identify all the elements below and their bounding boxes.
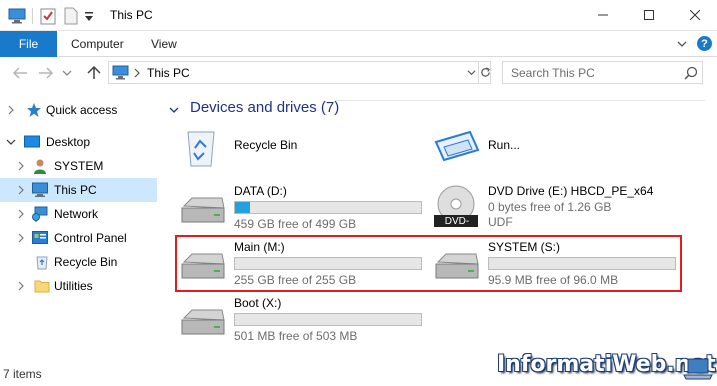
breadcrumb[interactable]: This PC	[147, 66, 190, 80]
drive-filesystem: UDF	[488, 215, 513, 229]
sidebar-item-label: Utilities	[54, 279, 93, 293]
search-icon[interactable]	[684, 66, 698, 80]
sidebar-item-quick-access[interactable]: Quick access	[0, 98, 157, 122]
help-icon[interactable]: ?	[697, 36, 712, 51]
drive-usage-fill	[235, 202, 250, 213]
maximize-icon	[644, 10, 654, 20]
chevron-down-icon	[467, 70, 475, 76]
drive-name: DATA (D:)	[234, 184, 287, 198]
properties-icon[interactable]	[40, 7, 56, 25]
window-title: This PC	[110, 8, 153, 22]
item-name: Recycle Bin	[234, 138, 298, 152]
chevron-right-icon[interactable]	[16, 185, 26, 195]
sidebar-item-label: This PC	[54, 183, 97, 197]
customize-quick-access-icon[interactable]	[84, 7, 94, 25]
sidebar-item-label: Control Panel	[54, 231, 127, 245]
item-count: 7 items	[3, 367, 42, 381]
recycle-bin-item[interactable]: Recycle Bin	[178, 124, 428, 176]
user-icon	[34, 159, 46, 174]
pc-icon	[32, 182, 48, 197]
pc-icon[interactable]	[8, 7, 26, 25]
sidebar-item-system[interactable]: SYSTEM	[0, 154, 157, 178]
drive-free-space: 459 GB free of 499 GB	[234, 217, 357, 231]
drive-name: DVD Drive (E:) HBCD_PE_x64	[488, 184, 654, 198]
recycle-bin-icon	[36, 256, 48, 270]
laptop-logo-icon	[683, 358, 713, 380]
desktop-icon	[24, 135, 40, 148]
hard-drive-icon	[181, 309, 225, 335]
tab-file[interactable]: File	[0, 31, 57, 57]
breadcrumb-chevron-icon[interactable]	[132, 68, 142, 78]
up-arrow-icon[interactable]	[86, 66, 102, 80]
refresh-button[interactable]	[478, 62, 491, 83]
address-bar[interactable]: This PC	[108, 61, 491, 84]
forward-arrow-icon[interactable]	[38, 66, 54, 80]
search-input[interactable]: Search This PC	[502, 61, 703, 84]
section-title: Devices and drives (7)	[190, 99, 340, 116]
close-icon	[690, 10, 700, 20]
back-arrow-icon[interactable]	[12, 66, 28, 80]
hard-drive-icon	[181, 197, 225, 223]
chevron-right-icon[interactable]	[16, 209, 26, 219]
drive-free-space: 0 bytes free of 1.26 GB	[488, 200, 612, 214]
drive-dvd-e[interactable]: DVD-ROM DVD Drive (E:) HBCD_PE_x64 0 byt…	[432, 182, 702, 238]
expand-ribbon-icon[interactable]	[676, 38, 688, 50]
chevron-right-icon[interactable]	[16, 161, 26, 171]
item-name: Run...	[488, 138, 521, 152]
sidebar-item-label: Desktop	[46, 135, 91, 149]
sidebar-item-control-panel[interactable]: Control Panel	[0, 226, 157, 250]
search-placeholder: Search This PC	[511, 66, 595, 80]
address-row: This PC Search This PC	[0, 57, 717, 89]
drive-data-d[interactable]: DATA (D:) 459 GB free of 499 GB	[178, 182, 428, 234]
chevron-down-icon[interactable]	[6, 137, 16, 147]
drive-name: Boot (X:)	[234, 296, 282, 310]
title-bar: This PC	[0, 0, 717, 31]
sidebar-item-label: SYSTEM	[54, 159, 104, 173]
refresh-icon	[480, 67, 490, 77]
pc-icon	[112, 65, 129, 80]
quick-access-separator	[32, 8, 33, 24]
address-dropdown[interactable]	[464, 62, 478, 83]
recycle-bin-icon	[187, 131, 215, 167]
content-pane: Devices and drives (7) Recycle Bin Run..…	[160, 89, 717, 361]
sidebar-item-recycle-bin[interactable]: Recycle Bin	[0, 250, 157, 274]
sidebar-item-label: Quick access	[46, 103, 118, 117]
chevron-right-icon[interactable]	[6, 105, 16, 115]
chevron-down-icon[interactable]	[168, 104, 180, 116]
drive-usage-bar	[234, 313, 422, 326]
sidebar-item-desktop[interactable]: Desktop	[0, 130, 157, 154]
recent-locations-icon[interactable]	[62, 66, 72, 80]
minimize-icon	[598, 14, 608, 16]
network-icon	[32, 206, 48, 222]
star-icon	[27, 103, 41, 117]
run-item[interactable]: Run...	[432, 124, 682, 176]
sidebar-item-utilities[interactable]: Utilities	[0, 274, 157, 298]
new-folder-icon[interactable]	[64, 7, 78, 25]
chevron-right-icon[interactable]	[16, 233, 26, 243]
tab-view[interactable]: View	[151, 31, 177, 57]
sidebar-item-label: Network	[54, 207, 99, 221]
folder-icon	[34, 280, 50, 293]
highlight-box	[175, 235, 682, 292]
control-panel-icon	[32, 231, 48, 244]
chevron-right-icon[interactable]	[16, 281, 26, 291]
ribbon: File Computer View ?	[0, 31, 717, 57]
sidebar-item-this-pc[interactable]: This PC	[0, 178, 157, 202]
drive-usage-bar	[234, 201, 422, 214]
minimize-button[interactable]	[580, 0, 626, 30]
section-divider	[335, 100, 705, 101]
maximize-button[interactable]	[626, 0, 672, 30]
drive-free-space: 501 MB free of 503 MB	[234, 329, 358, 343]
sidebar-item-label: Recycle Bin	[54, 255, 118, 269]
sidebar-item-network[interactable]: Network	[0, 202, 157, 226]
navigation-pane: Quick access Desktop SYSTEM This PC Netw…	[0, 89, 160, 361]
close-button[interactable]	[672, 0, 717, 30]
run-icon	[434, 130, 480, 162]
tab-computer[interactable]: Computer	[71, 31, 124, 57]
drive-boot-x[interactable]: Boot (X:) 501 MB free of 503 MB	[178, 294, 428, 346]
